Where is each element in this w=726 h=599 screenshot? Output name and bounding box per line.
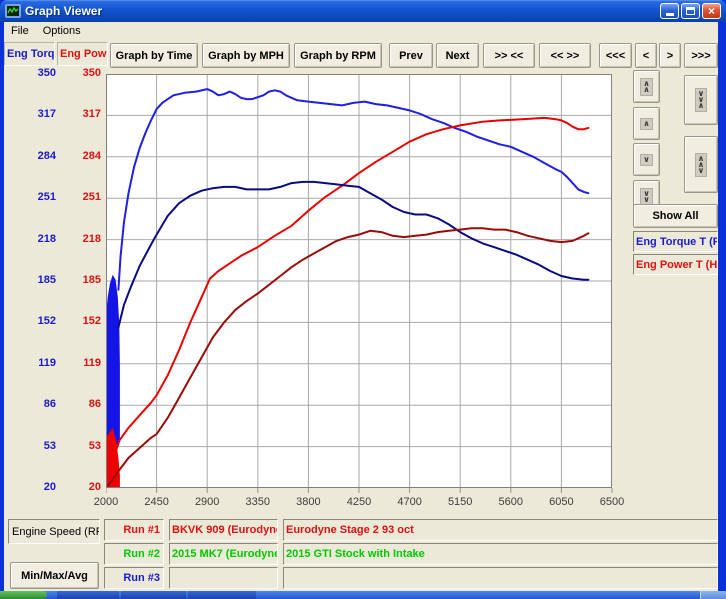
y-zoom-expand-spinner[interactable]: ∧∧∨ [684,136,718,193]
taskbar-system-tray [700,591,726,599]
run1-torque-low-rpm-noise [106,275,120,448]
run-label-3: Run #3 [104,567,164,589]
x-tick-4700: 4700 [388,496,432,510]
y-tick-power-317: 317 [73,108,101,122]
menu-item-file[interactable]: File [4,24,36,38]
y-tick-power-20: 20 [73,481,101,495]
y-tick-torque-53: 53 [28,440,56,454]
y-axis-header-power: Eng Powe [57,42,108,66]
y-tick-torque-185: 185 [28,274,56,288]
pan-right-button[interactable]: > [659,43,681,68]
x-tick-5600: 5600 [489,496,533,510]
pan-far-left-button[interactable]: <<< [599,43,632,68]
window-title: Graph Viewer [25,4,102,18]
x-tick-6500: 6500 [590,496,634,510]
y-tick-torque-317: 317 [28,108,56,122]
y-tick-torque-350: 350 [28,67,56,81]
x-tick-3800: 3800 [286,496,330,510]
y-axis-header-torque: Eng Torqu [4,42,55,66]
taskbar [0,591,726,599]
graph-by-mph-button[interactable]: Graph by MPH [202,43,290,68]
app-icon [5,3,21,19]
chevron-icon: ∧∧∨ [695,153,708,177]
dyno-chart-svg [106,74,613,494]
legend-eng-power: Eng Power T (HP) [633,254,718,275]
show-all-button[interactable]: Show All [633,204,718,228]
y-tick-torque-284: 284 [28,150,56,164]
y-tick-torque-152: 152 [28,315,56,329]
y-tick-torque-251: 251 [28,191,56,205]
run-label-1: Run #1 [104,519,164,541]
taskbar-task-button[interactable] [57,591,119,599]
menubar: FileOptions [4,22,718,40]
dyno-chart-plot-area [106,74,613,494]
y-tick-torque-86: 86 [28,398,56,412]
y-tick-power-218: 218 [73,233,101,247]
x-axis-label-box: Engine Speed (RPM) [8,519,100,544]
menu-item-options[interactable]: Options [36,24,88,38]
y-tick-torque-20: 20 [28,481,56,495]
start-button[interactable] [0,591,47,599]
x-tick-6050: 6050 [539,496,583,510]
legend-eng-torque: Eng Torque T (Ft-l [633,231,718,252]
x-tick-5150: 5150 [438,496,482,510]
y-scale-down-spinner[interactable]: ∨ [633,143,660,176]
window-body: Eng Torqu Eng Powe Graph by TimeGraph by… [4,40,718,591]
chevron-icon: ∨∨∧ [695,88,708,112]
y-zoom-collapse-spinner[interactable]: ∨∨∧ [684,75,718,125]
pan-left-button[interactable]: < [635,43,657,68]
x-tick-3350: 3350 [236,496,280,510]
prev-button[interactable]: Prev [389,43,433,68]
y-tick-power-152: 152 [73,315,101,329]
run-desc-field-1[interactable]: Eurodyne Stage 2 93 oct [283,519,718,541]
run-label-2: Run #2 [104,543,164,565]
chevron-icon: ∧ [640,118,653,130]
graph-by-rpm-button[interactable]: Graph by RPM [294,43,382,68]
run-desc-field-3[interactable] [283,567,718,589]
graph-by-time-button[interactable]: Graph by Time [110,43,198,68]
x-tick-2450: 2450 [135,496,179,510]
min-max-avg-button[interactable]: Min/Max/Avg [10,562,99,589]
run-file-field-1[interactable]: BKVK 909 (Eurodyne, [169,519,278,541]
y-tick-power-185: 185 [73,274,101,288]
zoom-in-x-button[interactable]: >> << [483,43,535,68]
y-tick-power-284: 284 [73,150,101,164]
taskbar-task-button[interactable] [121,591,186,599]
y-tick-torque-218: 218 [28,233,56,247]
taskbar-task-button[interactable] [188,591,256,599]
run-desc-field-2[interactable]: 2015 GTI Stock with Intake [283,543,718,565]
next-button[interactable]: Next [436,43,479,68]
y-scale-up-fast-spinner[interactable]: ∧∧ [633,70,660,103]
x-tick-4250: 4250 [337,496,381,510]
minimize-button[interactable] [660,3,679,19]
chevron-icon: ∧∧ [640,78,653,96]
y-tick-power-251: 251 [73,191,101,205]
y-tick-power-119: 119 [73,357,101,371]
x-tick-2900: 2900 [185,496,229,510]
graph-viewer-window: Graph Viewer × FileOptions Eng Torqu Eng… [0,0,726,599]
y-tick-torque-119: 119 [28,357,56,371]
minimize-icon [666,13,674,16]
pan-far-right-button[interactable]: >>> [684,43,718,68]
run-file-field-2[interactable]: 2015 MK7 (Eurodyne, E [169,543,278,565]
chevron-icon: ∨∨ [640,188,653,206]
run-file-field-3[interactable] [169,567,278,589]
maximize-icon [686,7,695,15]
x-tick-2000: 2000 [84,496,128,510]
chevron-icon: ∨ [640,154,653,166]
maximize-button[interactable] [681,3,700,19]
y-tick-power-350: 350 [73,67,101,81]
y-tick-power-53: 53 [73,440,101,454]
close-icon: × [708,5,715,17]
titlebar: Graph Viewer × [0,0,726,22]
y-tick-power-86: 86 [73,398,101,412]
close-button[interactable]: × [702,3,721,19]
y-scale-up-spinner[interactable]: ∧ [633,107,660,140]
zoom-out-x-button[interactable]: << >> [539,43,591,68]
